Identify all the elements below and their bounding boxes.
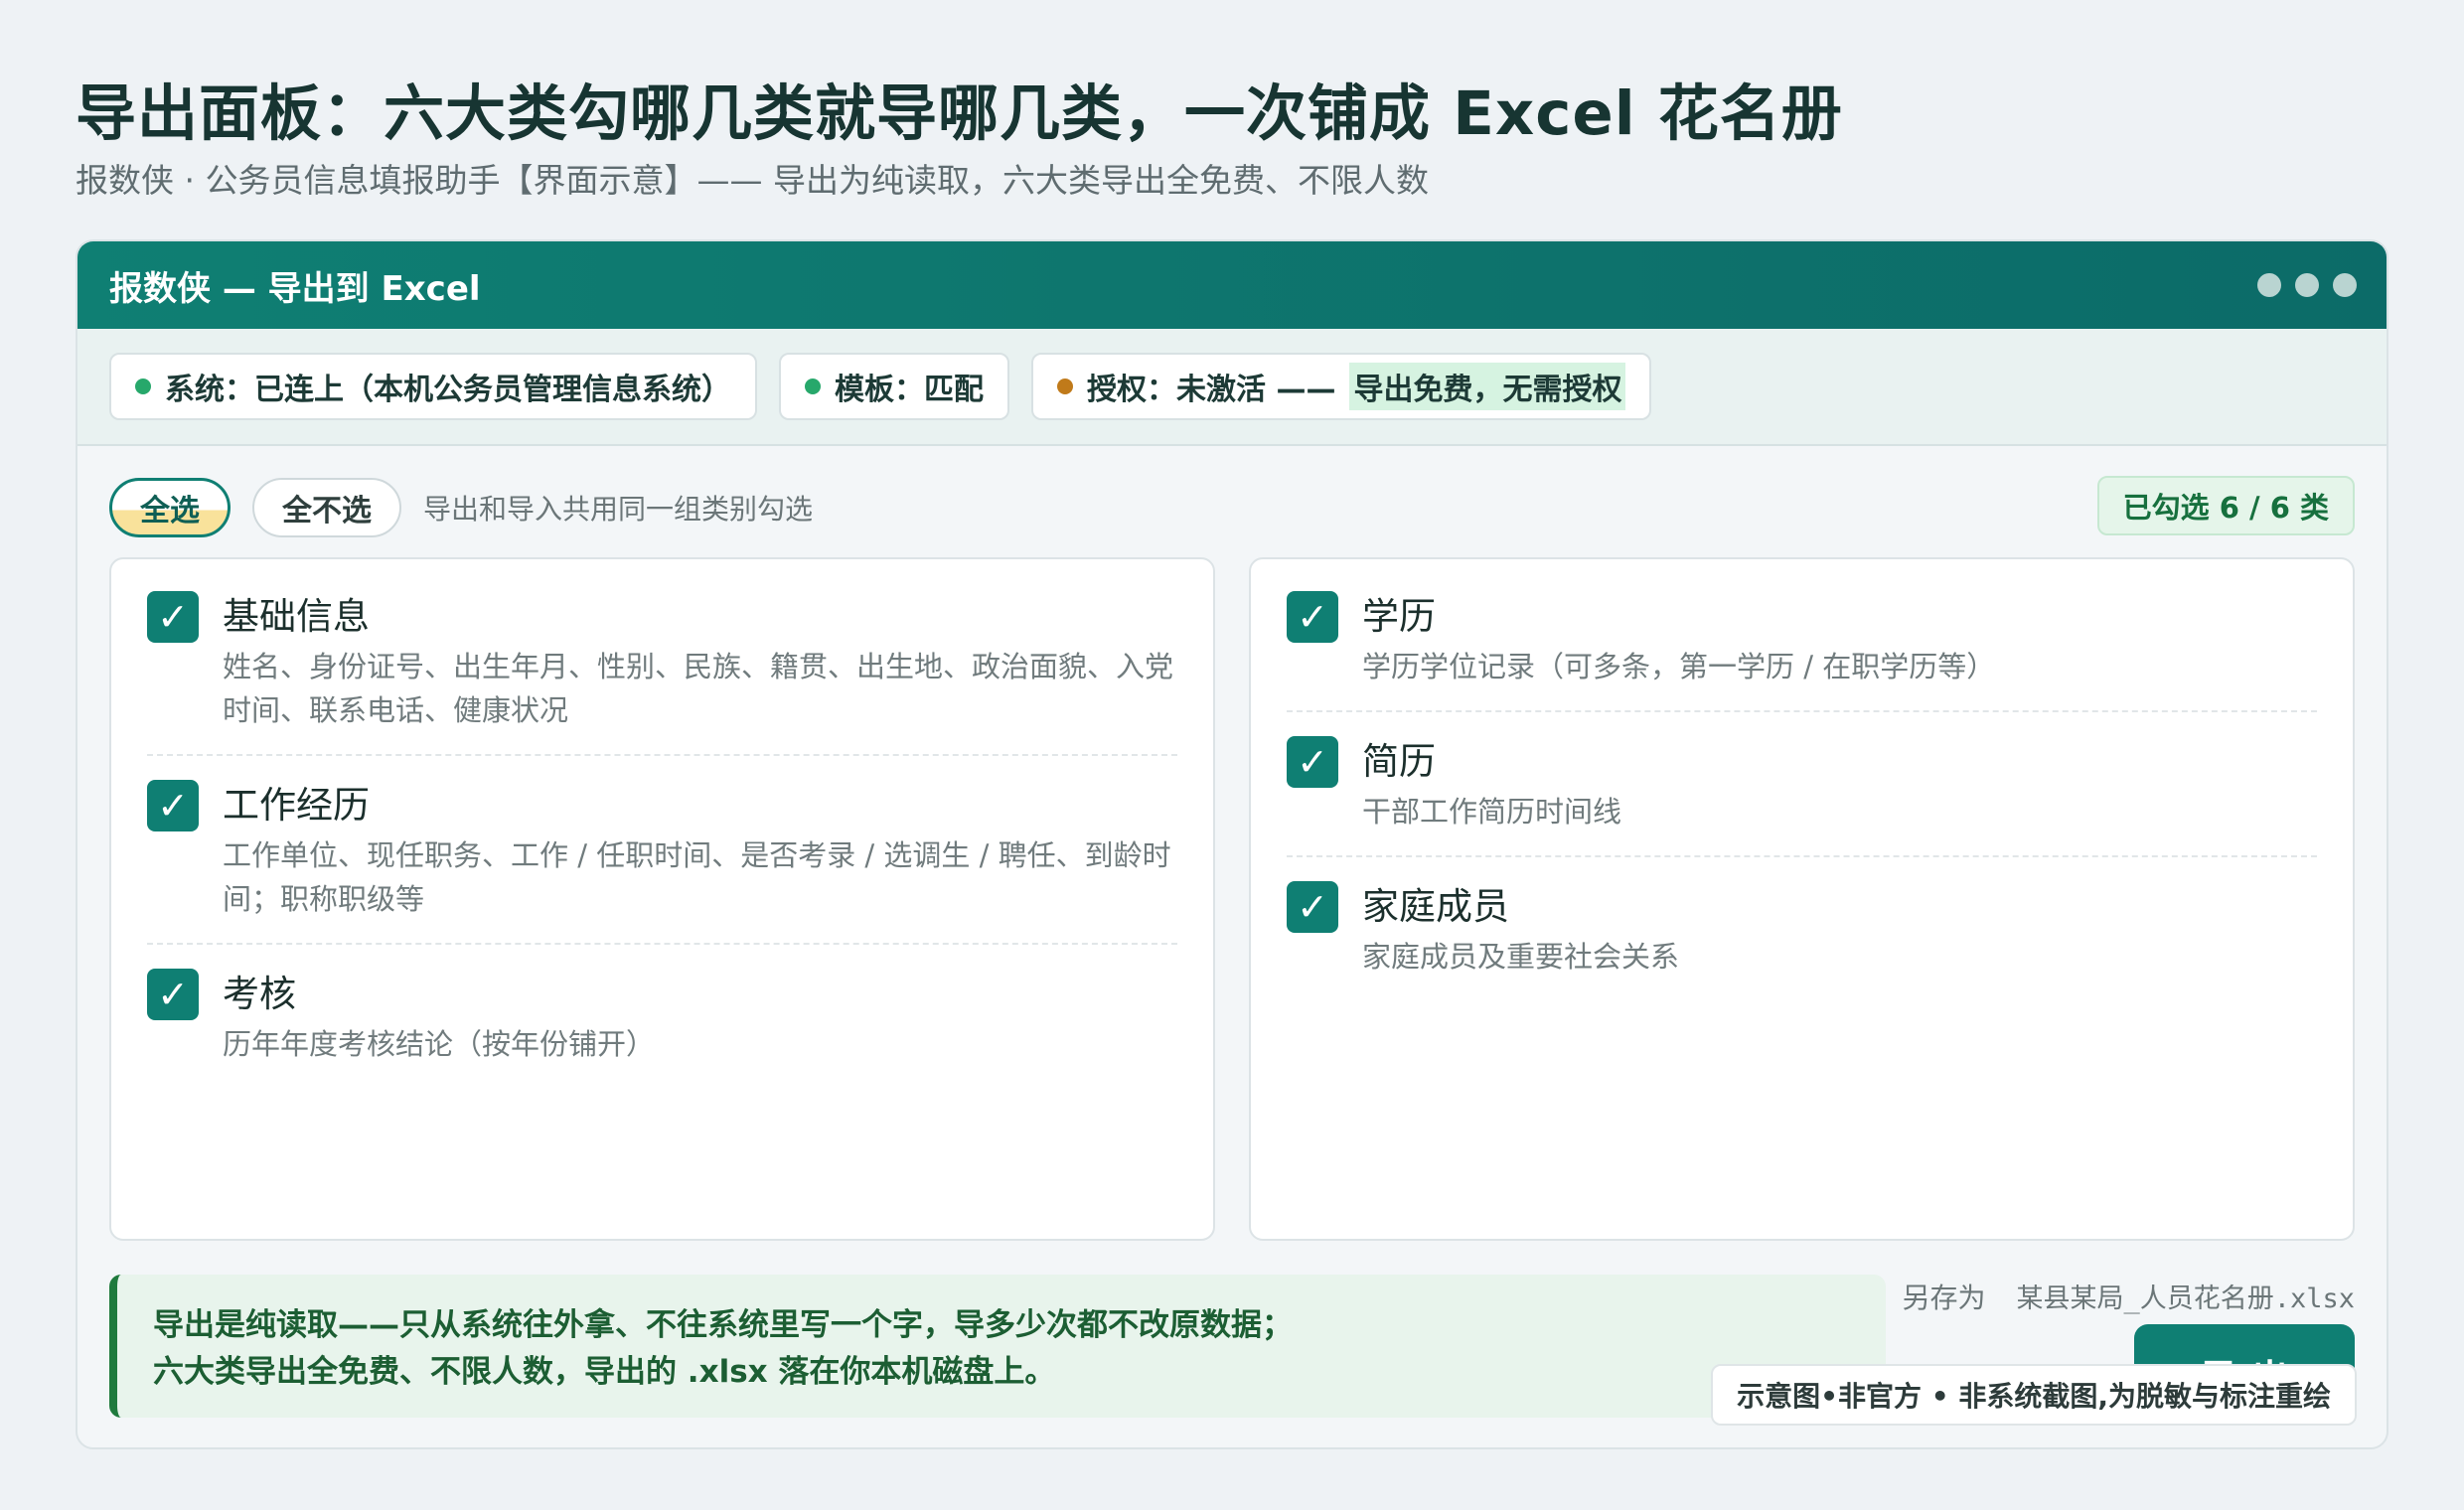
license-free-note: 导出免费，无需授权 [1349,363,1626,410]
window-dot-icon[interactable] [2333,273,2357,297]
note-line: 导出是纯读取——只从系统往外拿、不往系统里写一个字，导多少次都不改原数据； [153,1307,1293,1343]
category-description: 学历学位记录（可多条，第一学历 / 在职学历等） [1362,650,1996,683]
category-description: 历年年度考核结论（按年份铺开） [223,1027,656,1061]
category-title: 工作经历 [223,784,370,827]
read-only-note: 导出是纯读取——只从系统往外拿、不往系统里写一个字，导多少次都不改原数据； 六大… [109,1275,1886,1418]
selection-toolbar: 全选 全不选 导出和导入共用同一组类别勾选 已勾选 6 / 6 类 [109,476,2355,539]
system-status-pill: 系统：已连上（本机公务员管理信息系统） [109,353,757,420]
checkbox-checked-icon[interactable]: ✓ [147,780,199,831]
template-status-pill: 模板：匹配 [779,353,1009,420]
checkbox-checked-icon[interactable]: ✓ [147,969,199,1020]
category-item-assessment[interactable]: ✓ 考核 历年年度考核结论（按年份铺开） [147,967,1177,1088]
checkbox-checked-icon[interactable]: ✓ [147,591,199,643]
disclaimer-badge: 示意图•非官方 • 非系统截图,为脱敏与标注重绘 [1711,1364,2357,1426]
checkbox-checked-icon[interactable]: ✓ [1287,736,1338,788]
window-title: 报数侠 — 导出到 Excel [109,268,481,309]
window-controls [2257,273,2357,297]
category-title: 简历 [1362,740,1436,783]
system-status-text: 系统：已连上（本机公务员管理信息系统） [165,373,731,407]
selected-count-badge: 已勾选 6 / 6 类 [2096,476,2355,535]
category-item-resume[interactable]: ✓ 简历 干部工作简历时间线 [1287,734,2317,857]
save-as-field[interactable]: 另存为 某县某局_人员花名册.xlsx [1903,1277,2355,1316]
category-item-family[interactable]: ✓ 家庭成员 家庭成员及重要社会关系 [1287,879,2317,1000]
category-title: 基础信息 [223,595,370,638]
category-item-work[interactable]: ✓ 工作经历 工作单位、现任职务、工作 / 任职时间、是否考录 / 选调生 / … [147,778,1177,945]
license-status-text: 授权：未激活 —— [1087,373,1336,407]
checkbox-checked-icon[interactable]: ✓ [1287,591,1338,643]
category-column-right: ✓ 学历 学历学位记录（可多条，第一学历 / 在职学历等） ✓ 简历 干部工作简… [1249,557,2355,1241]
note-line: 六大类导出全免费、不限人数，导出的 .xlsx 落在你本机磁盘上。 [153,1354,1056,1390]
export-window: 报数侠 — 导出到 Excel 系统：已连上（本机公务员管理信息系统） 模板：匹… [76,239,2388,1449]
license-status-pill: 授权：未激活 —— 导出免费，无需授权 [1031,353,1652,420]
save-as-filename[interactable]: 某县某局_人员花名册.xlsx [2016,1284,2355,1314]
page-title: 导出面板：六大类勾哪几类就导哪几类，一次铺成 Excel 花名册 [76,78,1843,149]
checkbox-checked-icon[interactable]: ✓ [1287,881,1338,933]
category-item-education[interactable]: ✓ 学历 学历学位记录（可多条，第一学历 / 在职学历等） [1287,589,2317,712]
selection-hint: 导出和导入共用同一组类别勾选 [423,493,814,526]
status-ok-icon [135,378,151,394]
status-bar: 系统：已连上（本机公务员管理信息系统） 模板：匹配 授权：未激活 —— 导出免费… [77,329,2387,446]
category-item-basic[interactable]: ✓ 基础信息 姓名、身份证号、出生年月、性别、民族、籍贯、出生地、政治面貌、入党… [147,589,1177,756]
category-title: 考核 [223,973,296,1015]
category-description: 干部工作简历时间线 [1362,795,1622,829]
category-columns: ✓ 基础信息 姓名、身份证号、出生年月、性别、民族、籍贯、出生地、政治面貌、入党… [109,557,2355,1241]
category-description: 工作单位、现任职务、工作 / 任职时间、是否考录 / 选调生 / 聘任、到龄时间… [223,838,1171,916]
category-title: 家庭成员 [1362,885,1509,928]
save-as-label: 另存为 [1902,1282,1986,1314]
category-description: 家庭成员及重要社会关系 [1362,940,1680,974]
select-all-button[interactable]: 全选 [109,478,231,537]
category-column-left: ✓ 基础信息 姓名、身份证号、出生年月、性别、民族、籍贯、出生地、政治面貌、入党… [109,557,1215,1241]
template-status-text: 模板：匹配 [835,373,984,407]
window-titlebar: 报数侠 — 导出到 Excel [77,241,2387,329]
page-subtitle: 报数侠 · 公务员信息填报助手【界面示意】—— 导出为纯读取，六大类导出全免费、… [76,161,1429,200]
status-warning-icon [1057,378,1073,394]
window-dot-icon[interactable] [2295,273,2319,297]
status-ok-icon [805,378,821,394]
window-dot-icon[interactable] [2257,273,2281,297]
main-panel: 全选 全不选 导出和导入共用同一组类别勾选 已勾选 6 / 6 类 ✓ 基础信息… [77,446,2387,1241]
category-description: 姓名、身份证号、出生年月、性别、民族、籍贯、出生地、政治面貌、入党时间、联系电话… [223,650,1174,727]
select-none-button[interactable]: 全不选 [252,478,401,537]
category-title: 学历 [1362,595,1436,638]
